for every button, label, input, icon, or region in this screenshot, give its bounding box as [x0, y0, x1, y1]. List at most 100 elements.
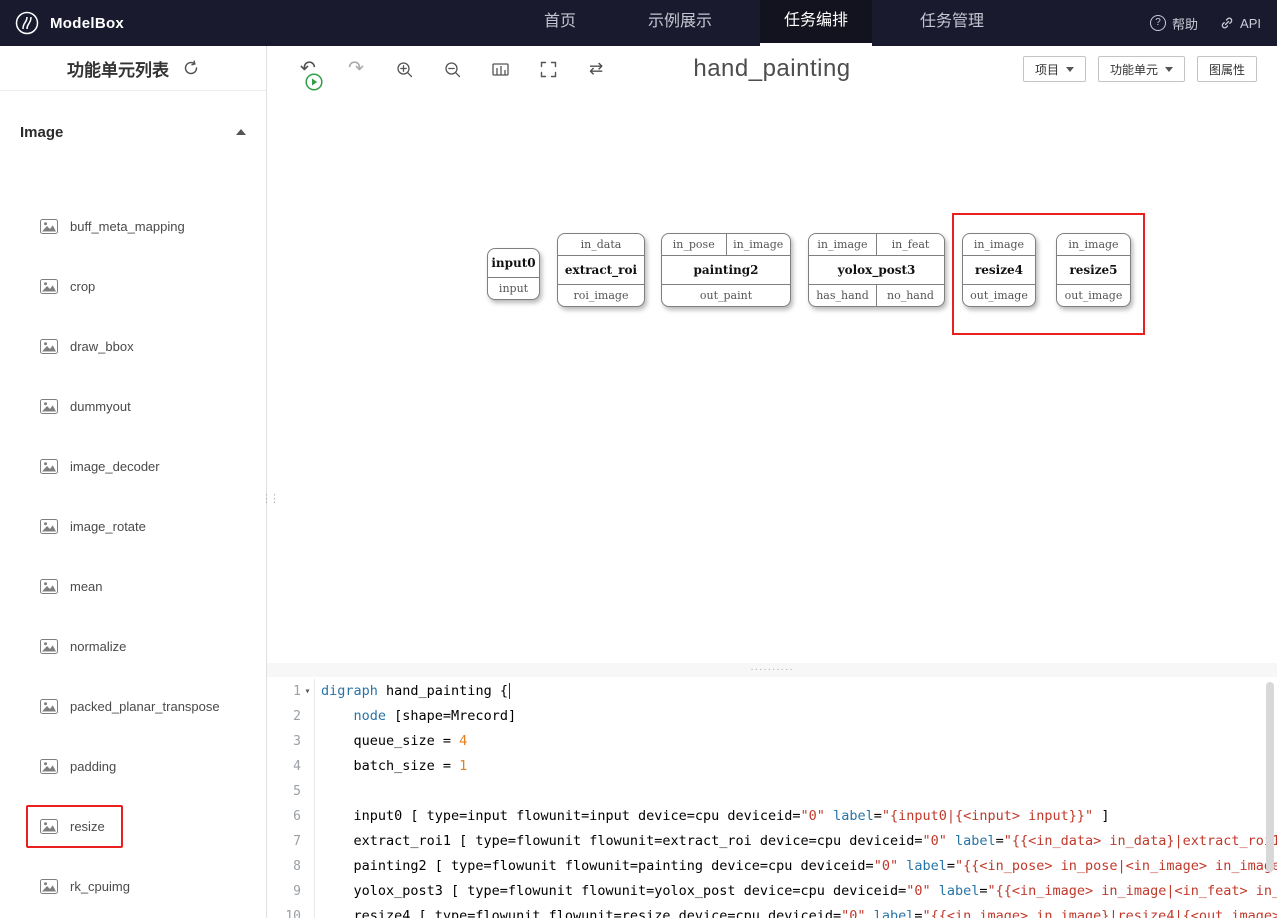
sidebar-item-inner: padding — [26, 745, 134, 788]
code-line[interactable]: 4 batch_size = 1 — [267, 754, 1277, 779]
sidebar-item-inner: resize — [26, 804, 123, 848]
brand[interactable]: ModelBox — [14, 10, 124, 36]
fold-arrow-icon[interactable]: ▾ — [301, 679, 314, 704]
line-number: 10 — [285, 909, 301, 918]
zoom-in-icon[interactable] — [395, 60, 413, 78]
sidebar-item-mean[interactable]: mean — [0, 556, 266, 616]
sidebar-item-resize[interactable]: resize — [0, 796, 266, 856]
port-out_image[interactable]: out_image — [963, 285, 1035, 306]
run-button[interactable] — [305, 73, 323, 91]
editor-lines: 1 ▾ digraph hand_painting {2 node [shape=M… — [267, 677, 1277, 918]
output-ports: has_hand no_hand — [809, 284, 944, 306]
port-roi_image[interactable]: roi_image — [558, 285, 644, 306]
node-resize5[interactable]: in_image resize5 out_image — [1056, 233, 1131, 307]
api-link[interactable]: API — [1220, 16, 1261, 31]
port-input[interactable]: input — [488, 278, 539, 299]
swap-direction-icon[interactable]: ⇄ — [587, 60, 605, 78]
port-in_image[interactable]: in_image — [809, 234, 876, 255]
node-resize4[interactable]: in_image resize4 out_image — [962, 233, 1036, 307]
port-out_paint[interactable]: out_paint — [662, 285, 790, 306]
fit-screen-icon[interactable] — [539, 60, 557, 78]
nav-item-examples[interactable]: 示例展示 — [624, 0, 736, 46]
node-painting2[interactable]: in_pose in_image painting2 out_paint — [661, 233, 791, 307]
input-ports: in_data — [558, 234, 644, 256]
port-in_image[interactable]: in_image — [1057, 234, 1130, 255]
code-line[interactable]: 1 ▾ digraph hand_painting { — [267, 679, 1277, 704]
panel-resize-handle[interactable]: ⋮⋮ — [261, 478, 280, 518]
code-line[interactable]: 9 yolox_post3 [ type=flowunit flowunit=y… — [267, 879, 1277, 904]
node-yolox_post3[interactable]: in_image in_feat yolox_post3 has_hand no_han… — [808, 233, 945, 307]
editor-scrollbar[interactable] — [1266, 682, 1274, 872]
help-icon: ? — [1150, 15, 1167, 31]
port-has_hand[interactable]: has_hand — [809, 285, 876, 306]
code-line[interactable]: 7 extract_roi1 [ type=flowunit flowunit=… — [267, 829, 1277, 854]
port-in_image[interactable]: in_image — [725, 234, 791, 255]
port-in_feat[interactable]: in_feat — [876, 234, 944, 255]
sidebar-item-packed_planar_transpose[interactable]: packed_planar_transpose — [0, 676, 266, 736]
sidebar-item-buff_meta_mapping[interactable]: buff_meta_mapping — [0, 196, 266, 256]
line-gutter: 7 — [267, 829, 315, 854]
port-in_image[interactable]: in_image — [963, 234, 1035, 255]
sidebar-item-label: resize — [70, 818, 105, 834]
port-no_hand[interactable]: no_hand — [876, 285, 944, 306]
topbar-right: ? 帮助 API — [1150, 0, 1261, 46]
code-text: node [shape=Mrecord] — [315, 704, 517, 729]
code-line[interactable]: 6 input0 [ type=input flowunit=input dev… — [267, 804, 1277, 829]
port-in_data[interactable]: in_data — [558, 234, 644, 255]
input-ports: in_image — [1057, 234, 1130, 256]
port-out_image[interactable]: out_image — [1057, 285, 1130, 306]
zoom-out-icon[interactable] — [443, 60, 461, 78]
sidebar-item-inner: mean — [26, 565, 121, 608]
image-icon — [40, 338, 58, 354]
code-token: "{{<in_image> in_image}|resize4|{<out_im… — [922, 908, 1277, 918]
code-line[interactable]: 10 resize4 [ type=flowunit flowunit=resi… — [267, 904, 1277, 918]
refresh-icon[interactable] — [183, 60, 199, 76]
graph-properties-button[interactable]: 图属性 — [1196, 56, 1257, 82]
code-token: batch_size = — [321, 758, 460, 774]
code-token: yolox_post3 [ type=flowunit flowunit=yol… — [321, 883, 907, 899]
nav-item-home[interactable]: 首页 — [520, 0, 600, 46]
code-token: ] — [1093, 808, 1110, 824]
output-ports: out_image — [963, 284, 1035, 306]
code-line[interactable]: 8 painting2 [ type=flowunit flowunit=pai… — [267, 854, 1277, 879]
sidebar-item-dummyout[interactable]: dummyout — [0, 376, 266, 436]
code-token: "{{<in_data> in_data}|extract_roi1|{ — [1003, 833, 1277, 849]
sidebar-group-image[interactable]: Image — [0, 91, 266, 151]
toolbar-buttons: 项目 功能单元 图属性 — [1022, 56, 1257, 82]
code-line[interactable]: 2 node [shape=Mrecord] — [267, 704, 1277, 729]
canvas-toolbar: ↶ ↷ ⇄ hand_painting 项目 功能单元 图属性 — [267, 46, 1277, 92]
graph-title: hand_painting — [693, 55, 851, 82]
node-input0[interactable]: input0 input — [487, 248, 540, 300]
minimap-icon[interactable] — [491, 60, 509, 78]
project-button[interactable]: 项目 — [1022, 56, 1086, 82]
code-line[interactable]: 3 queue_size = 4 — [267, 729, 1277, 754]
flowunit-button[interactable]: 功能单元 — [1097, 56, 1185, 82]
sidebar-item-draw_bbox[interactable]: draw_bbox — [0, 316, 266, 376]
sidebar-item-image_rotate[interactable]: image_rotate — [0, 496, 266, 556]
code-editor[interactable]: 1 ▾ digraph hand_painting {2 node [shape=M… — [267, 677, 1277, 918]
redo-icon[interactable]: ↷ — [347, 59, 365, 78]
sidebar-item-crop[interactable]: crop — [0, 256, 266, 316]
image-icon — [40, 638, 58, 654]
sidebar-item-inner: image_rotate — [26, 505, 164, 548]
sidebar-item-image_decoder[interactable]: image_decoder — [0, 436, 266, 496]
help-link[interactable]: ? 帮助 — [1150, 14, 1198, 33]
code-line[interactable]: 5 — [267, 779, 1277, 804]
nav-item-task-orchestration[interactable]: 任务编排 — [760, 0, 873, 46]
line-gutter: 10 — [267, 904, 315, 918]
graph-canvas[interactable]: input0 input in_data extract_roi roi_image in… — [267, 92, 1277, 663]
sidebar-item-padding[interactable]: padding — [0, 736, 266, 796]
node-extract_roi[interactable]: in_data extract_roi roi_image — [557, 233, 645, 307]
port-in_pose[interactable]: in_pose — [662, 234, 726, 255]
code-token: "{{<in_image> in_image|<in_feat> in_fe — [987, 883, 1277, 899]
code-text: yolox_post3 [ type=flowunit flowunit=yol… — [315, 879, 1277, 904]
nav-item-task-management[interactable]: 任务管理 — [896, 0, 1008, 46]
group-label: Image — [20, 123, 64, 141]
editor-resize-handle[interactable]: ·········· — [267, 663, 1277, 677]
sidebar-item-inner: crop — [26, 265, 113, 308]
sidebar-item-rk_cpuimg[interactable]: rk_cpuimg — [0, 856, 266, 916]
code-token: extract_roi1 [ type=flowunit flowunit=ex… — [321, 833, 923, 849]
sidebar-item-normalize[interactable]: normalize — [0, 616, 266, 676]
